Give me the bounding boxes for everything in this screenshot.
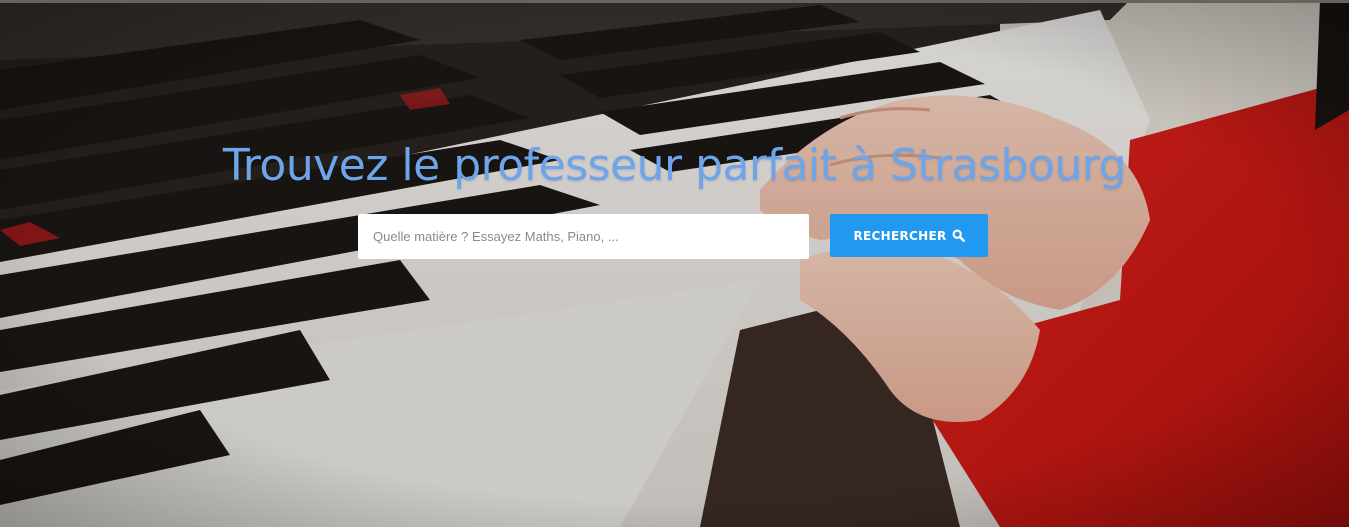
search-button-label: RECHERCHER [853,228,947,243]
subject-search-input[interactable] [358,214,809,259]
top-border [0,0,1349,3]
hero-section: Trouvez le professeur parfait à Strasbou… [0,0,1349,527]
hero-title: Trouvez le professeur parfait à Strasbou… [222,140,1127,191]
search-icon [952,229,965,242]
search-button[interactable]: RECHERCHER [830,214,988,257]
hero-background-image [0,0,1349,527]
